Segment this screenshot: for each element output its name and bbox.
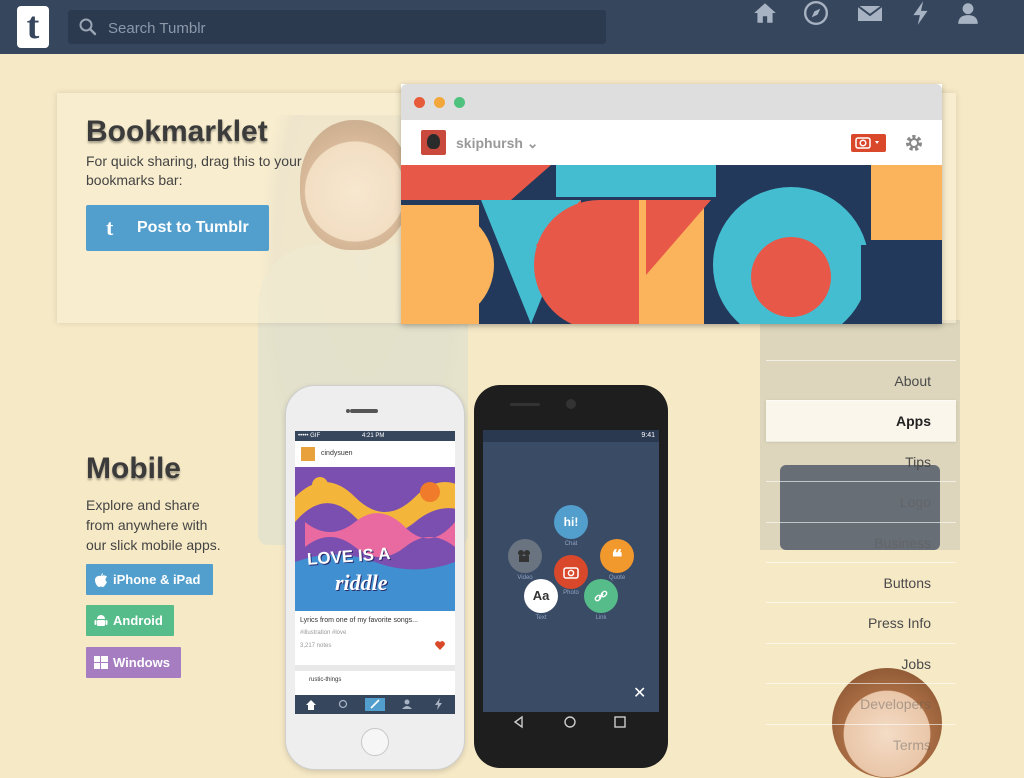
bookmarklet-description: For quick sharing, drag this to your boo… [86, 153, 302, 188]
post-divider [295, 665, 455, 671]
windows-button[interactable]: Windows [86, 647, 181, 678]
text-label: Text [535, 615, 547, 621]
link-post-button[interactable] [584, 579, 618, 613]
post-image: LOVE IS A riddle [295, 467, 455, 611]
link-icon [594, 590, 608, 602]
post-notes: 3,217 notes [300, 643, 332, 649]
android-mockup: 9:41 hi! Chat Video Photo ❝ Quote Aa Tex… [474, 385, 668, 768]
top-navigation-bar: t [0, 0, 1024, 54]
video-post-button[interactable] [508, 539, 542, 573]
close-dot [414, 97, 425, 108]
android-nav-buttons [513, 715, 626, 729]
android-label: Android [113, 613, 163, 628]
geometric-artwork [401, 165, 942, 324]
nav-about[interactable]: About [766, 360, 956, 401]
photo-post-circle[interactable] [554, 555, 588, 589]
browser-mockup: skiphursh ⌄ [401, 84, 942, 324]
nav-buttons[interactable]: Buttons [766, 562, 956, 603]
android-screen: 9:41 hi! Chat Video Photo ❝ Quote Aa Tex… [483, 430, 659, 712]
search-box[interactable] [68, 10, 606, 46]
mobile-heading: Mobile [86, 452, 181, 485]
poster-avatar [301, 447, 315, 461]
minimize-dot [434, 97, 445, 108]
iphone-ipad-button[interactable]: iPhone & iPad [86, 564, 213, 595]
chat-post-button[interactable]: hi! [554, 505, 588, 539]
iphone-home-button [361, 728, 389, 756]
iphone-screen: ••••• GIF 4:21 PM cindysuen LOVE IS A ri… [295, 431, 455, 714]
gear-icon[interactable] [904, 133, 924, 153]
android-button[interactable]: Android [86, 605, 174, 636]
photo-post-button[interactable] [851, 134, 886, 152]
poster-name: cindysuen [321, 450, 353, 457]
account-icon[interactable] [955, 0, 981, 26]
art-text-line2: riddle [335, 570, 388, 595]
chevron-down-icon: ⌄ [526, 135, 539, 151]
nav-apps[interactable]: Apps [766, 400, 956, 441]
windows-icon [94, 656, 108, 669]
chat-label: Chat [564, 541, 578, 547]
video-camera-icon [518, 550, 530, 562]
mobile-description: Explore and share from anywhere with our… [86, 497, 221, 553]
android-speaker [510, 403, 540, 406]
iphone-speaker [350, 409, 378, 413]
mail-icon[interactable] [857, 0, 883, 26]
avatar [421, 130, 446, 155]
nav-press-info[interactable]: Press Info [766, 602, 956, 643]
link-label: Link [595, 615, 607, 621]
explore-icon[interactable] [803, 0, 829, 26]
iphone-tab-bar [295, 695, 455, 714]
iphone-ipad-label: iPhone & iPad [113, 572, 201, 587]
android-status-bar: 9:41 [483, 430, 659, 442]
post-to-tumblr-button[interactable]: t Post to Tumblr [86, 205, 269, 251]
iphone-mockup: ••••• GIF 4:21 PM cindysuen LOVE IS A ri… [285, 385, 465, 770]
post-to-tumblr-label: Post to Tumblr [137, 219, 249, 236]
apple-icon [95, 573, 107, 587]
nav-developers[interactable]: Developers [766, 683, 956, 724]
search-icon [79, 18, 97, 36]
bookmarklet-user-bar: skiphursh ⌄ [401, 120, 942, 165]
nav-tips[interactable]: Tips [766, 441, 956, 482]
bookmarklet-heading: Bookmarklet [86, 115, 268, 148]
close-icon[interactable]: ✕ [633, 683, 646, 702]
browser-chrome [401, 84, 942, 120]
post-caption: Lyrics from one of my favorite songs... [300, 617, 419, 624]
quote-post-button[interactable]: ❝ [600, 539, 634, 573]
nav-jobs[interactable]: Jobs [766, 643, 956, 684]
search-input[interactable] [106, 10, 590, 46]
next-poster-name: rustic-things [309, 677, 342, 683]
nav-logo[interactable]: Logo [766, 481, 956, 522]
post-tags: #illustration #love [300, 630, 347, 636]
nav-business[interactable]: Business [766, 522, 956, 563]
heart-icon[interactable] [435, 641, 445, 650]
text-post-button[interactable]: Aa [524, 579, 558, 613]
photo-camera-icon [563, 567, 579, 579]
maximize-dot [454, 97, 465, 108]
tumblr-logo[interactable]: t [17, 6, 49, 48]
windows-label: Windows [113, 655, 170, 670]
android-camera [566, 399, 576, 409]
nav-terms[interactable]: Terms [766, 724, 956, 769]
home-icon[interactable] [752, 0, 778, 26]
tumblr-t-icon: t [106, 215, 114, 240]
camera-icon [855, 137, 879, 149]
iphone-camera [346, 409, 350, 413]
android-icon [94, 615, 108, 626]
blog-selector[interactable]: skiphursh ⌄ [456, 135, 539, 152]
activity-icon[interactable] [908, 0, 934, 26]
iphone-status-bar: ••••• GIF 4:21 PM [295, 431, 455, 441]
